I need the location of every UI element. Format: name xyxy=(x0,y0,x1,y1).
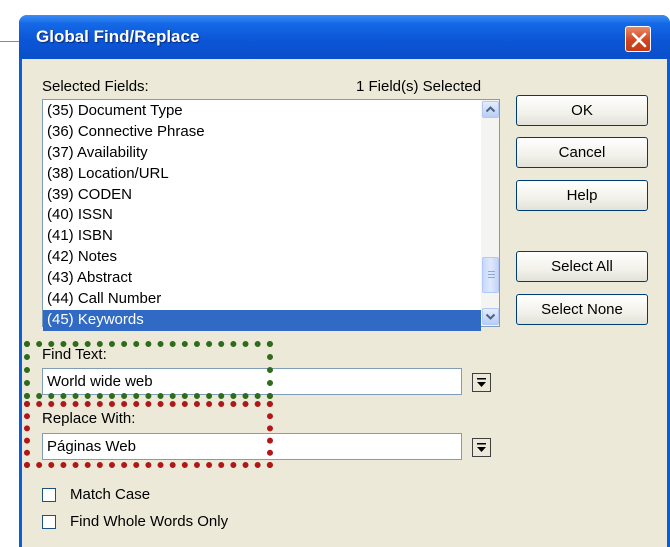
chevron-down-icon xyxy=(485,313,496,320)
list-item[interactable]: (39) CODEN xyxy=(43,185,481,206)
help-button[interactable]: Help xyxy=(516,180,648,211)
fields-listbox[interactable]: (35) Document Type (36) Connective Phrase… xyxy=(42,99,500,331)
ok-button[interactable]: OK xyxy=(516,95,648,126)
match-case-checkbox[interactable] xyxy=(42,488,56,502)
list-item[interactable]: (36) Connective Phrase xyxy=(43,122,481,143)
match-case-label[interactable]: Match Case xyxy=(70,486,150,503)
whole-words-checkbox[interactable] xyxy=(42,515,56,529)
select-none-button[interactable]: Select None xyxy=(516,294,648,325)
scroll-grip xyxy=(488,277,495,278)
selected-count-label: 1 Field(s) Selected xyxy=(356,78,482,95)
replace-history-button[interactable] xyxy=(472,438,491,457)
title-bar[interactable]: Global Find/Replace xyxy=(19,15,670,59)
list-item[interactable]: (43) Abstract xyxy=(43,268,481,289)
replace-with-highlight xyxy=(24,401,273,468)
cancel-button[interactable]: Cancel xyxy=(516,137,648,168)
scroll-thumb[interactable] xyxy=(482,257,499,293)
whole-words-label[interactable]: Find Whole Words Only xyxy=(70,513,228,530)
list-item[interactable]: (44) Call Number xyxy=(43,289,481,310)
list-item[interactable]: (41) ISBN xyxy=(43,226,481,247)
listbox-scrollbar[interactable] xyxy=(481,100,499,326)
chevron-up-icon xyxy=(485,106,496,113)
list-item[interactable]: (45) Keywords xyxy=(43,309,481,331)
scroll-up-button[interactable] xyxy=(482,101,499,118)
dialog-title: Global Find/Replace xyxy=(36,27,200,46)
scroll-down-button[interactable] xyxy=(482,308,499,325)
scroll-grip xyxy=(488,271,495,272)
fields-list: (35) Document Type (36) Connective Phrase… xyxy=(43,101,481,331)
dialog-body: Selected Fields: 1 Field(s) Selected (35… xyxy=(22,59,667,547)
list-item[interactable]: (42) Notes xyxy=(43,247,481,268)
close-button[interactable] xyxy=(625,26,651,52)
selected-fields-label: Selected Fields: xyxy=(42,78,149,95)
select-all-button[interactable]: Select All xyxy=(516,251,648,282)
dropdown-arrow-icon xyxy=(477,443,486,452)
close-icon xyxy=(631,32,647,48)
list-item[interactable]: (37) Availability xyxy=(43,143,481,164)
scroll-grip xyxy=(488,274,495,275)
list-item[interactable]: (35) Document Type xyxy=(43,101,481,122)
find-history-button[interactable] xyxy=(472,373,491,392)
list-item[interactable]: (38) Location/URL xyxy=(43,164,481,185)
dropdown-arrow-icon xyxy=(477,378,486,387)
background-window-edge xyxy=(0,41,20,42)
find-text-highlight xyxy=(24,341,273,399)
list-item[interactable]: (40) ISSN xyxy=(43,205,481,226)
